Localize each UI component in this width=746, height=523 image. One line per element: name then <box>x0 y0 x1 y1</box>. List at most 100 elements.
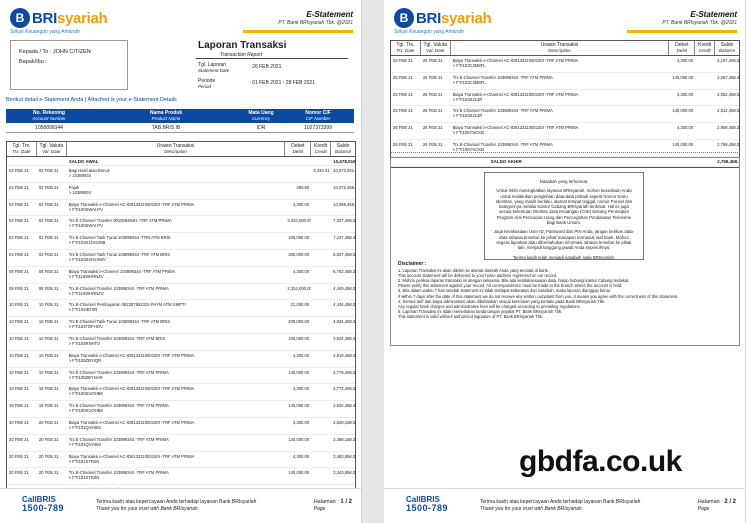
description-cell: Biaya Transaksi e-Channel AC-ID813311000… <box>451 90 670 106</box>
trx-date-cell: 20 FEB 21 <box>9 436 29 442</box>
trx-date-cell: 25 FEB 21 <box>393 91 413 97</box>
description-cell: Trx E-Channel Transfer 001006484H -TRF A… <box>67 216 286 232</box>
balance-cell: 2,768,458.33 <box>717 141 739 147</box>
credit-cell <box>311 183 331 199</box>
description-reference: > FTI100SUOHB6 <box>68 408 103 414</box>
document-viewer: B BRIsyariah Solusi Keuangan yang Amanah… <box>0 0 746 523</box>
col-trx-date: Tgl. Trx. Trx. Date <box>391 41 421 55</box>
address-to-label: Kepada / To : <box>19 49 52 55</box>
credit-cell <box>311 435 331 451</box>
account-summary: No. Rekening Account Number Nama Produk Pr… <box>6 109 354 133</box>
trx-date-cell: 25 FEB 21 <box>393 74 413 80</box>
account-header-cif: Nomor CIF CIF Number <box>305 110 331 121</box>
table-row: 19 FEB 21 19 FEB 21 Biaya Transaksi e-Chan… <box>7 384 355 402</box>
description-cell: Biaya Transaksi e-Channel AC-ID813311000… <box>67 384 286 400</box>
col-val-date: Tgl. Valuta Val. Date <box>421 41 451 55</box>
logo-tagline: Solusi Keuangan yang Amanah <box>394 29 464 35</box>
credit-cell <box>311 284 331 300</box>
balance-cell: 6,753,458.33 <box>333 268 355 274</box>
account-product: TAB.BRIS IB <box>151 125 181 131</box>
address-greeting: Bapak/Ibu : <box>19 59 47 66</box>
credit-cell <box>311 250 331 266</box>
val-date-cell: 25 FEB 21 <box>422 108 443 114</box>
val-date-cell: 10 FEB 21 <box>38 319 59 325</box>
debit-cell: 300,000.00 <box>288 251 310 257</box>
account-header-number: No. Rekening Account Number <box>32 110 66 121</box>
description-cell: Trx E-Channel Tarik Tunai 103899344 -TRF… <box>67 317 286 333</box>
debit-cell: 400,000.00 <box>288 319 310 325</box>
debit-cell: 140,000.00 <box>288 403 310 409</box>
credit-cell <box>695 140 715 156</box>
val-date-cell: 02 FEB 21 <box>38 218 59 224</box>
table-row: 20 FEB 21 20 FEB 21 Trx E-Channel Transfer… <box>7 435 355 452</box>
trx-date-cell: 19 FEB 21 <box>9 386 29 392</box>
table-row: 08 FEB 21 08 FEB 21 Trx E-Channel Transfer… <box>7 284 355 301</box>
balance-cell: 10,072,941.52 <box>333 168 355 173</box>
balance-cell: 3,772,458.33 <box>333 386 355 392</box>
val-date-cell: 06 FEB 21 <box>38 268 59 274</box>
val-date-cell: 02 FEB 21 <box>38 251 59 257</box>
description-cell: Biaya Transaksi e-Channel AC-ID813311000… <box>67 418 286 434</box>
trx-date-cell: 10 FEB 21 <box>9 369 29 375</box>
balance-cell: 3,052,458.33 <box>717 91 739 97</box>
balance-cell: 3,488,158.33 <box>333 436 355 442</box>
description-cell: Biaya Transaksi e-Channel AC-ID813311000… <box>67 452 286 468</box>
description-cell: Trx E-Channel Transfer 103899344 -TRF AT… <box>67 401 286 417</box>
debit-cell: 2,334,000.00 <box>287 285 312 291</box>
debit-cell: 140,000.00 <box>288 369 310 375</box>
description-reference: > FTI103C2M8FL <box>452 79 486 85</box>
trx-date-cell: 02 FEB 21 <box>9 251 29 257</box>
table-row: 02 FEB 21 02 FEB 21 Bagi Hasil atau Bonus >… <box>7 166 355 183</box>
description-reference: > FTI103S4HV4NIV <box>68 256 106 262</box>
page-footer: CallBRIS 1500-789 Terima kasih atas kepe… <box>0 488 361 523</box>
table-row: 26 FEB 21 26 FEB 21 Trx E-Channel Transfer… <box>391 140 739 157</box>
logo-mark-icon: B <box>394 8 414 28</box>
debit-cell: 4,300.00 <box>292 419 310 425</box>
trx-date-cell: 25 FEB 21 <box>393 58 413 63</box>
transaction-table-page-1: Tgl. Trx. Trx. Date Tgl. Valuta Val. Date … <box>6 141 356 520</box>
balance-cell: 3,197,458.33 <box>717 58 739 63</box>
credit-cell <box>311 401 331 417</box>
description-cell: Trx E-Channel Transfer 103899344 -TRF AT… <box>67 284 286 300</box>
address-box: Kepada / To : JOHN CITIZEN Bapak/Ibu : <box>10 40 128 90</box>
disclaimer-line: This statement is valid without authoriz… <box>398 313 544 319</box>
table-row: 10 FEB 21 10 FEB 21 Trx E-Channel Transfer… <box>7 368 355 385</box>
notice-paragraph-1: Untuk lebih meningkatkan layanan BRIsyar… <box>495 188 633 226</box>
description-reference: > FTI110WHRNZV <box>68 290 104 296</box>
description-reference: > FTI105ZBYIQR <box>68 357 102 363</box>
credit-cell <box>311 452 331 468</box>
account-header-row: No. Rekening Account Number Nama Produk Pr… <box>6 109 354 123</box>
description-reference: > FTI101QVHSKI <box>68 441 102 447</box>
balance-cell: 7,337,458.33 <box>333 218 355 224</box>
table-row: 02 FEB 21 02 FEB 21 Trx E-Channel Tarik Tu… <box>7 233 355 250</box>
header-accent-bar <box>627 30 737 33</box>
callbris-logo: CallBRIS 1500-789 <box>406 495 449 513</box>
debit-cell: 4,300.00 <box>292 352 310 358</box>
trx-date-cell: 10 FEB 21 <box>9 352 29 358</box>
table-row: 20 FEB 21 20 FEB 21 Biaya Transaksi e-Chan… <box>7 452 355 469</box>
val-date-cell: 25 FEB 21 <box>422 74 443 80</box>
credit-cell <box>311 300 331 316</box>
debit-cell: 4,300.00 <box>292 386 310 392</box>
val-date-cell: 26 FEB 21 <box>422 125 443 131</box>
balance-cell: 10,068,456.33 <box>333 201 355 207</box>
debit-cell: 4,300.00 <box>292 268 310 274</box>
val-date-cell: 25 FEB 21 <box>422 91 443 97</box>
trx-date-cell: 02 FEB 21 <box>9 218 29 224</box>
credit-cell <box>311 317 331 333</box>
balance-cell: 2,912,458.33 <box>717 108 739 114</box>
val-date-cell: 02 FEB 21 <box>38 184 59 190</box>
dotted-divider <box>390 152 740 153</box>
logo-mark-icon: B <box>10 8 30 28</box>
period-label-en: Period <box>198 84 212 89</box>
address-to-name: JOHN CITIZEN <box>52 49 91 55</box>
page-footer: CallBRIS 1500-789 Terima kasih atas kepe… <box>384 488 745 523</box>
account-number: 1058899344 <box>35 125 63 131</box>
credit-cell <box>311 368 331 384</box>
description-reference: > 10389934 <box>68 173 91 178</box>
table-row: 10 FEB 21 10 FEB 21 Trx E-Channel Pembayar… <box>7 300 355 318</box>
description-reference: > FTI101STR2N <box>68 475 100 481</box>
description-cell: Biaya Transaksi e-Channel AC-ID813311000… <box>67 200 286 216</box>
account-value-row: 1058899344 TAB.BRIS IB IDR 1027373399 <box>6 123 354 133</box>
trx-date-cell: 08 FEB 21 <box>9 285 29 291</box>
